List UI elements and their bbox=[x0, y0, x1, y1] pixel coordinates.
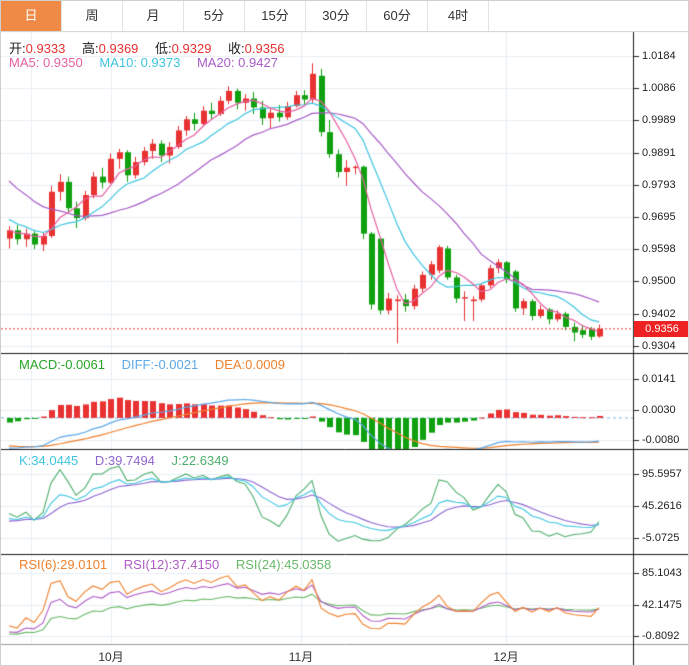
rsi12-value: 37.4150 bbox=[172, 557, 220, 572]
rsi-axis-label: 85.1043 bbox=[642, 567, 682, 579]
kdj-axis-label: 95.5957 bbox=[642, 468, 682, 480]
macd-label: MACD: bbox=[19, 357, 61, 372]
open-value: 0.9333 bbox=[25, 41, 66, 56]
ma-legend: MA5: 0.9350 MA10: 0.9373 MA20: 0.9427 bbox=[9, 55, 291, 70]
d-value: 39.7494 bbox=[107, 453, 155, 468]
macd-axis-label: 0.0030 bbox=[642, 403, 676, 416]
low-value: 0.9329 bbox=[171, 41, 212, 56]
price-axis-label: 0.9989 bbox=[642, 114, 676, 127]
macd-legend: MACD:-0.0061 DIFF:-0.0021 DEA:0.0009 bbox=[19, 357, 298, 372]
ma20-label: MA20: bbox=[196, 55, 235, 70]
tab-week[interactable]: 周 bbox=[62, 1, 123, 31]
timeframe-tabs: 日 周 月 5分 15分 30分 60分 4时 bbox=[1, 1, 688, 32]
kdj-axis-label: -5.0725 bbox=[642, 532, 680, 544]
dea-label: DEA: bbox=[214, 357, 246, 372]
tab-5min[interactable]: 5分 bbox=[184, 1, 245, 31]
low-label: 低: bbox=[155, 41, 172, 56]
open-label: 开: bbox=[9, 41, 26, 56]
ma5-label: MA5: bbox=[9, 55, 40, 70]
rsi-axis-label: 42.1475 bbox=[642, 598, 682, 611]
tab-day[interactable]: 日 bbox=[1, 1, 62, 31]
macd-axis-label: -0.0080 bbox=[642, 434, 680, 446]
ma20-value: 0.9427 bbox=[238, 55, 278, 70]
price-axis-label: 0.9793 bbox=[642, 178, 676, 191]
kdj-axis-label: 45.2616 bbox=[642, 500, 682, 512]
high-label: 高: bbox=[82, 41, 99, 56]
close-value: 0.9356 bbox=[244, 41, 285, 56]
macd-axis-label: 0.0141 bbox=[642, 373, 676, 385]
rsi24-value: 45.0358 bbox=[284, 557, 332, 572]
high-value: 0.9369 bbox=[98, 41, 139, 56]
tab-60min[interactable]: 60分 bbox=[367, 1, 428, 31]
close-label: 收: bbox=[228, 41, 245, 56]
price-axis-label: 0.9402 bbox=[642, 307, 676, 320]
rsi-axis-label: -0.8092 bbox=[642, 630, 680, 642]
diff-label: DIFF: bbox=[121, 357, 155, 372]
tab-4hour[interactable]: 4时 bbox=[428, 1, 489, 31]
price-axis-label: 1.0184 bbox=[642, 50, 676, 62]
price-axis-label: 1.0086 bbox=[642, 82, 676, 95]
k-label: K: bbox=[19, 453, 32, 468]
tab-month[interactable]: 月 bbox=[123, 1, 184, 31]
ma10-value: 0.9373 bbox=[140, 55, 181, 70]
rsi24-label: RSI(24): bbox=[235, 557, 285, 572]
tab-30min[interactable]: 30分 bbox=[306, 1, 367, 31]
price-axis-label: 0.9598 bbox=[642, 243, 676, 256]
chart-app: 日 周 月 5分 15分 30分 60分 4时 开:0.9333 高:0.936… bbox=[0, 0, 689, 666]
j-label: J: bbox=[171, 453, 182, 468]
rsi6-value: 29.0101 bbox=[60, 557, 108, 572]
j-value: 22.6349 bbox=[181, 453, 229, 468]
x-axis-month-label: 12月 bbox=[493, 650, 519, 664]
price-axis-label: 0.9500 bbox=[642, 275, 676, 288]
current-price-badge: 0.9356 bbox=[634, 321, 688, 337]
rsi6-label: RSI(6): bbox=[19, 557, 61, 572]
diff-value: -0.0021 bbox=[154, 357, 199, 372]
k-value: 34.0445 bbox=[31, 453, 79, 468]
x-axis-month-label: 11月 bbox=[288, 650, 314, 664]
d-label: D: bbox=[94, 453, 108, 468]
tab-15min[interactable]: 15分 bbox=[245, 1, 306, 31]
rsi12-label: RSI(12): bbox=[123, 557, 173, 572]
macd-value: -0.0061 bbox=[60, 357, 105, 372]
dea-value: 0.0009 bbox=[245, 357, 285, 372]
kdj-legend: K:34.0445 D:39.7494 J:22.6349 bbox=[19, 453, 242, 468]
rsi-legend: RSI(6):29.0101 RSI(12):37.4150 RSI(24):4… bbox=[19, 557, 344, 572]
price-axis-label: 0.9304 bbox=[642, 340, 676, 352]
price-axis-label: 0.9891 bbox=[642, 146, 676, 159]
x-axis-month-label: 10月 bbox=[98, 650, 124, 664]
ma10-label: MA10: bbox=[99, 55, 137, 70]
price-axis-label: 0.9695 bbox=[642, 211, 676, 224]
ma5-value: 0.9350 bbox=[42, 55, 83, 70]
